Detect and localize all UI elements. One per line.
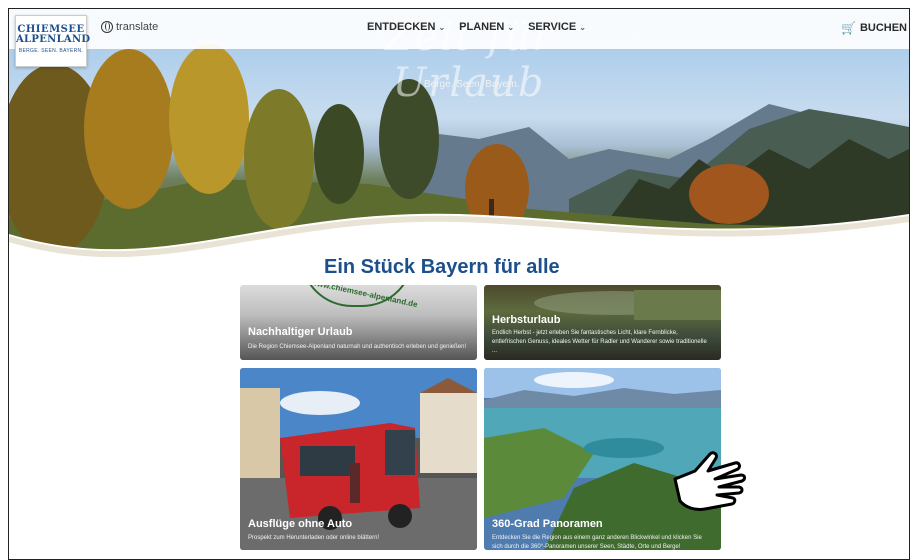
card-title: Ausflüge ohne Auto	[248, 518, 353, 530]
card-nachhaltiger-urlaub[interactable]: www.chiemsee-alpenland.de Nachhaltiger U…	[240, 285, 477, 360]
main-nav: ENTDECKEN ⌄ PLANEN ⌄ SERVICE ⌄	[367, 21, 586, 33]
translate-label: translate	[116, 21, 159, 33]
globe-icon	[101, 21, 113, 33]
hero-tagline: Berge. Seen. Bayern.	[424, 79, 520, 90]
chevron-down-icon: ⌄	[438, 22, 446, 32]
nav-label: PLANEN	[459, 21, 505, 33]
card-herbsturlaub[interactable]: Herbsturlaub Endlich Herbst - jetzt erle…	[484, 285, 721, 360]
card-ausfluege-ohne-auto[interactable]: Ausflüge ohne Auto Prospekt zum Herunter…	[240, 368, 477, 550]
buchen-label: BUCHEN	[859, 22, 907, 34]
hero-banner: Zeit für Urlaub Berge. Seen. Bayern.	[9, 9, 909, 294]
nav-item-planen[interactable]: PLANEN ⌄	[459, 21, 514, 33]
chevron-down-icon: ⌄	[507, 22, 515, 32]
nav-label: ENTDECKEN	[367, 21, 436, 33]
logo-line3: BERGE. SEEN. BAYERN.	[18, 48, 84, 54]
hand-pointer-icon	[673, 451, 746, 511]
card-title: Herbsturlaub	[492, 314, 561, 326]
buchen-button[interactable]: 🛒 BUCHEN	[841, 21, 907, 35]
chevron-down-icon: ⌄	[579, 22, 586, 32]
nav-item-service[interactable]: SERVICE ⌄	[528, 21, 586, 33]
cart-icon: 🛒	[840, 21, 856, 35]
nav-item-entdecken[interactable]: ENTDECKEN ⌄	[367, 21, 445, 33]
card-description: Endlich Herbst - jetzt erleben Sie fanta…	[492, 330, 707, 354]
translate-button[interactable]: translate	[101, 21, 158, 33]
card-title: 360-Grad Panoramen	[492, 518, 603, 530]
card-description: Die Region Chiemsee-Alpenland naturnah u…	[248, 344, 467, 350]
card-description: Entdecken Sie die Region aus einem ganz …	[492, 535, 702, 550]
nav-label: SERVICE	[528, 21, 577, 33]
card-description: Prospekt zum Herunterladen oder online b…	[248, 535, 380, 541]
browser-viewport: Zeit für Urlaub Berge. Seen. Bayern. CHI…	[8, 8, 910, 560]
site-logo[interactable]: CHIEMSEE ALPENLAND BERGE. SEEN. BAYERN.	[15, 15, 91, 67]
section-headline: Ein Stück Bayern für alle	[321, 256, 563, 279]
card-title: Nachhaltiger Urlaub	[248, 326, 353, 338]
logo-line2: ALPENLAND	[16, 34, 91, 45]
